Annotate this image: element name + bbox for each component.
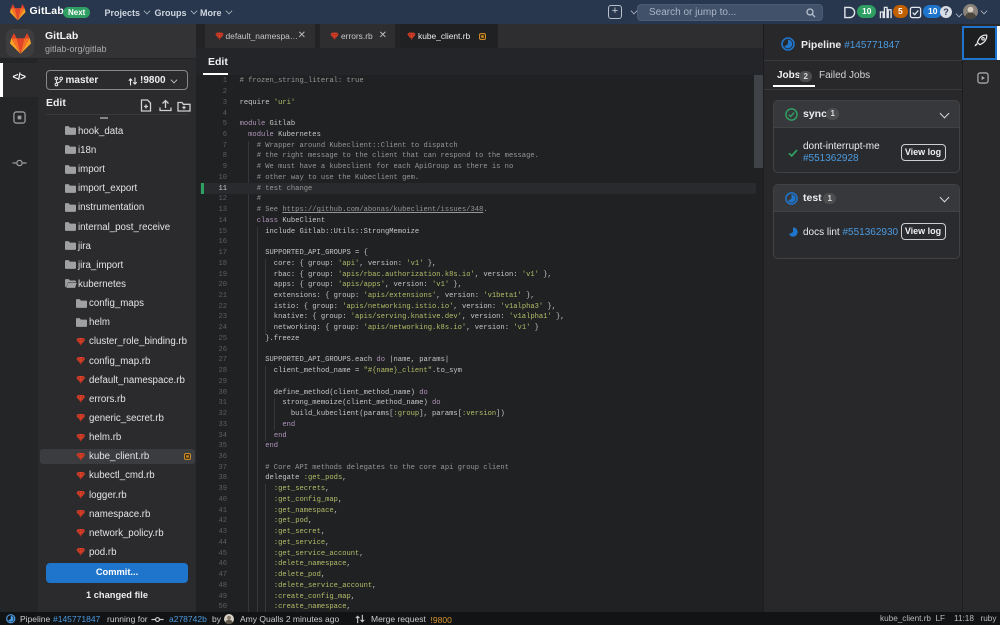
svg-text:?: ? [943, 7, 949, 17]
